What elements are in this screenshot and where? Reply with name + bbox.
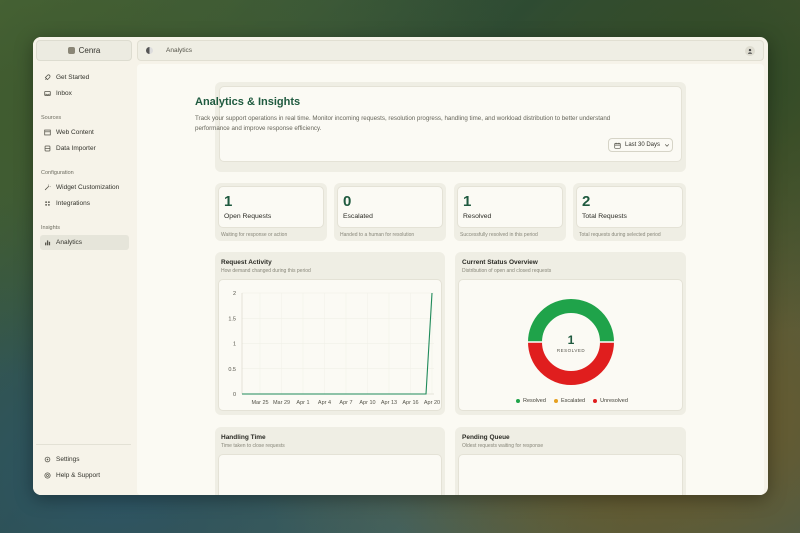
stat-label-resolved: Resolved [463, 213, 492, 220]
sidebar-item-label: Web Content [56, 129, 94, 136]
avatar[interactable] [745, 46, 755, 56]
sidebar-item-data-importer[interactable]: Data Importer [40, 141, 129, 156]
stat-value-escalated: 0 [343, 193, 352, 210]
sidebar-item-web-content[interactable]: Web Content [40, 125, 129, 140]
date-range-select[interactable]: Last 30 Days [608, 138, 673, 152]
section-label-sources: Sources [41, 115, 62, 121]
user-icon [747, 48, 753, 54]
stat-value-total: 2 [582, 193, 591, 210]
sidebar-item-analytics[interactable]: Analytics [40, 235, 129, 250]
legend-item: Escalated [553, 398, 586, 404]
x-tick-label: Apr 10 [359, 400, 375, 406]
calendar-icon [614, 142, 621, 149]
brand-logo-icon [67, 47, 75, 54]
sidebar-item-get-started[interactable]: Get Started [40, 70, 129, 85]
brand-name: Cenra [78, 46, 101, 55]
gear-icon [44, 456, 51, 463]
rocket-icon [44, 74, 51, 81]
inbox-icon [44, 90, 51, 97]
stat-label-open: Open Requests [224, 213, 272, 220]
donut-center-label: RESOLVED [557, 348, 585, 353]
stat-card-inner [337, 186, 443, 228]
stat-sub-escalated: Handed to a human for resolution [340, 232, 415, 238]
x-tick-label: Apr 1 [296, 400, 309, 406]
chart-icon [44, 239, 51, 246]
panel-title: Request Activity [221, 259, 272, 266]
page-title: Analytics & Insights [195, 96, 301, 108]
stat-card-inner [457, 186, 563, 228]
topbar: Analytics [137, 40, 764, 61]
breadcrumb: Analytics [166, 47, 193, 54]
grid-icon [44, 200, 51, 207]
legend-label: Resolved [523, 398, 546, 404]
sidebar-item-integrations[interactable]: Integrations [40, 196, 129, 211]
y-tick-label: 0 [233, 392, 236, 398]
y-tick-label: 1 [233, 342, 236, 348]
web-icon [44, 129, 51, 136]
sidebar-item-label: Help & Support [56, 472, 101, 479]
sidebar-item-label: Integrations [56, 200, 90, 207]
legend-label: Escalated [560, 398, 586, 404]
stat-card-inner [576, 186, 683, 228]
status-legend: Resolved Escalated Unresolved [516, 398, 628, 404]
section-label-configuration: Configuration [41, 170, 74, 176]
stat-value-resolved: 1 [463, 193, 472, 210]
x-tick-label: Apr 13 [381, 400, 397, 406]
panel-subtitle: How demand changed during this period [221, 268, 311, 274]
sidebar: Cenra Get Started Inbox Sources Web Cont… [33, 37, 133, 495]
stat-sub-resolved: Successfully resolved in this period [460, 232, 538, 238]
help-icon [44, 472, 51, 479]
x-tick-label: Mar 25 [251, 400, 268, 406]
legend-dot [553, 399, 558, 403]
date-range-label: Last 30 Days [625, 142, 661, 148]
panel-title: Current Status Overview [462, 259, 538, 266]
chevron-down-icon [664, 144, 670, 147]
sidebar-item-widget-customization[interactable]: Widget Customization [40, 180, 129, 195]
section-label-insights: Insights [41, 225, 60, 231]
sidebar-toggle-icon[interactable] [146, 47, 153, 54]
sidebar-item-inbox[interactable]: Inbox [40, 86, 129, 101]
sidebar-divider [36, 444, 131, 445]
legend-dot [593, 399, 598, 403]
sidebar-item-label: Data Importer [56, 145, 96, 152]
y-tick-label: 1.5 [228, 316, 236, 322]
page-description: Track your support operations in real ti… [195, 115, 611, 132]
y-tick-label: 0.5 [228, 367, 236, 373]
legend-item: Unresolved [593, 398, 628, 404]
legend-dot [516, 399, 520, 403]
x-tick-label: Apr 16 [402, 400, 418, 406]
x-tick-label: Apr 4 [318, 400, 331, 406]
sidebar-item-label: Widget Customization [56, 184, 120, 191]
sidebar-item-help-support[interactable]: Help & Support [40, 468, 129, 483]
database-icon [44, 145, 51, 152]
legend-label: Unresolved [600, 398, 628, 404]
x-tick-label: Apr 7 [339, 400, 352, 406]
stat-value-open: 1 [224, 193, 233, 210]
wand-icon [44, 184, 51, 191]
sidebar-item-label: Analytics [56, 239, 83, 246]
status-donut-chart: 1RESOLVED [528, 299, 614, 385]
sidebar-item-settings[interactable]: Settings [40, 452, 129, 467]
stat-card-inner [218, 186, 324, 228]
stat-label-total: Total Requests [582, 213, 627, 220]
legend-item: Resolved [516, 398, 546, 404]
stat-sub-total: Total requests during selected period [579, 232, 661, 238]
donut-center-value: 1 [568, 333, 575, 347]
x-tick-label: Apr 20 [424, 400, 440, 406]
stat-label-escalated: Escalated [343, 213, 373, 220]
request-activity-line-chart: 0 0.5 1 1.5 2 Mar 25 Mar 29 Apr 1 Apr 4 Apr 7 Apr … [228, 291, 440, 406]
sidebar-item-label: Settings [56, 456, 80, 463]
stat-sub-open: Waiting for response or action [221, 232, 288, 238]
y-tick-label: 2 [233, 291, 236, 297]
sidebar-item-label: Inbox [56, 90, 72, 97]
sidebar-item-label: Get Started [56, 74, 90, 81]
panel-subtitle: Distribution of open and closed requests [462, 268, 552, 274]
workspace-switcher[interactable]: Cenra [36, 40, 132, 61]
x-tick-label: Mar 29 [273, 400, 290, 406]
